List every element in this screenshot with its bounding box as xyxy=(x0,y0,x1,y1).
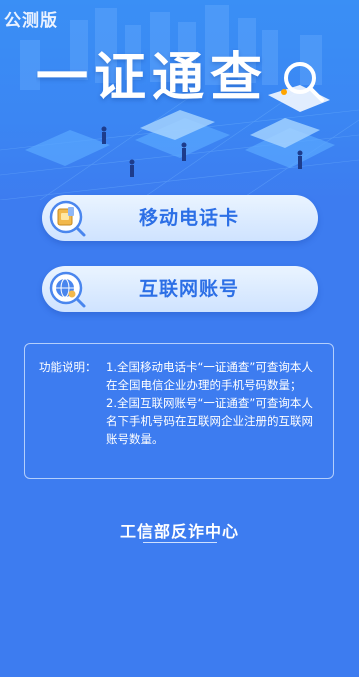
footer-org-name: 工信部反诈中心 xyxy=(119,522,239,541)
notice-item: 2.全国互联网账号“一证通查”可查询本人名下手机号码在互联网企业注册的互联网账号… xyxy=(106,396,313,446)
beta-badge: 公测版 xyxy=(4,11,58,31)
mobile-card-label: 移动电话卡 xyxy=(138,207,239,229)
notice-title: 功能说明： xyxy=(39,360,97,374)
feature-notice: 功能说明： 1.全国移动电话卡“一证通查”可查询本人在全国电信企业办理的手机号码… xyxy=(24,343,334,479)
mobile-card-button[interactable]: 移动电话卡 xyxy=(42,195,318,241)
footer-divider xyxy=(143,542,217,543)
brand-title: 一证通查 xyxy=(36,48,269,108)
notice-item: 1.全国移动电话卡“一证通查”可查询本人在全国电信企业办理的手机号码数量； xyxy=(106,360,313,392)
internet-account-label: 互联网账号 xyxy=(138,278,239,300)
notice-body: 1.全国移动电话卡“一证通查”可查询本人在全国电信企业办理的手机号码数量； 2.… xyxy=(106,358,324,448)
internet-account-button[interactable]: 互联网账号 xyxy=(42,266,318,312)
